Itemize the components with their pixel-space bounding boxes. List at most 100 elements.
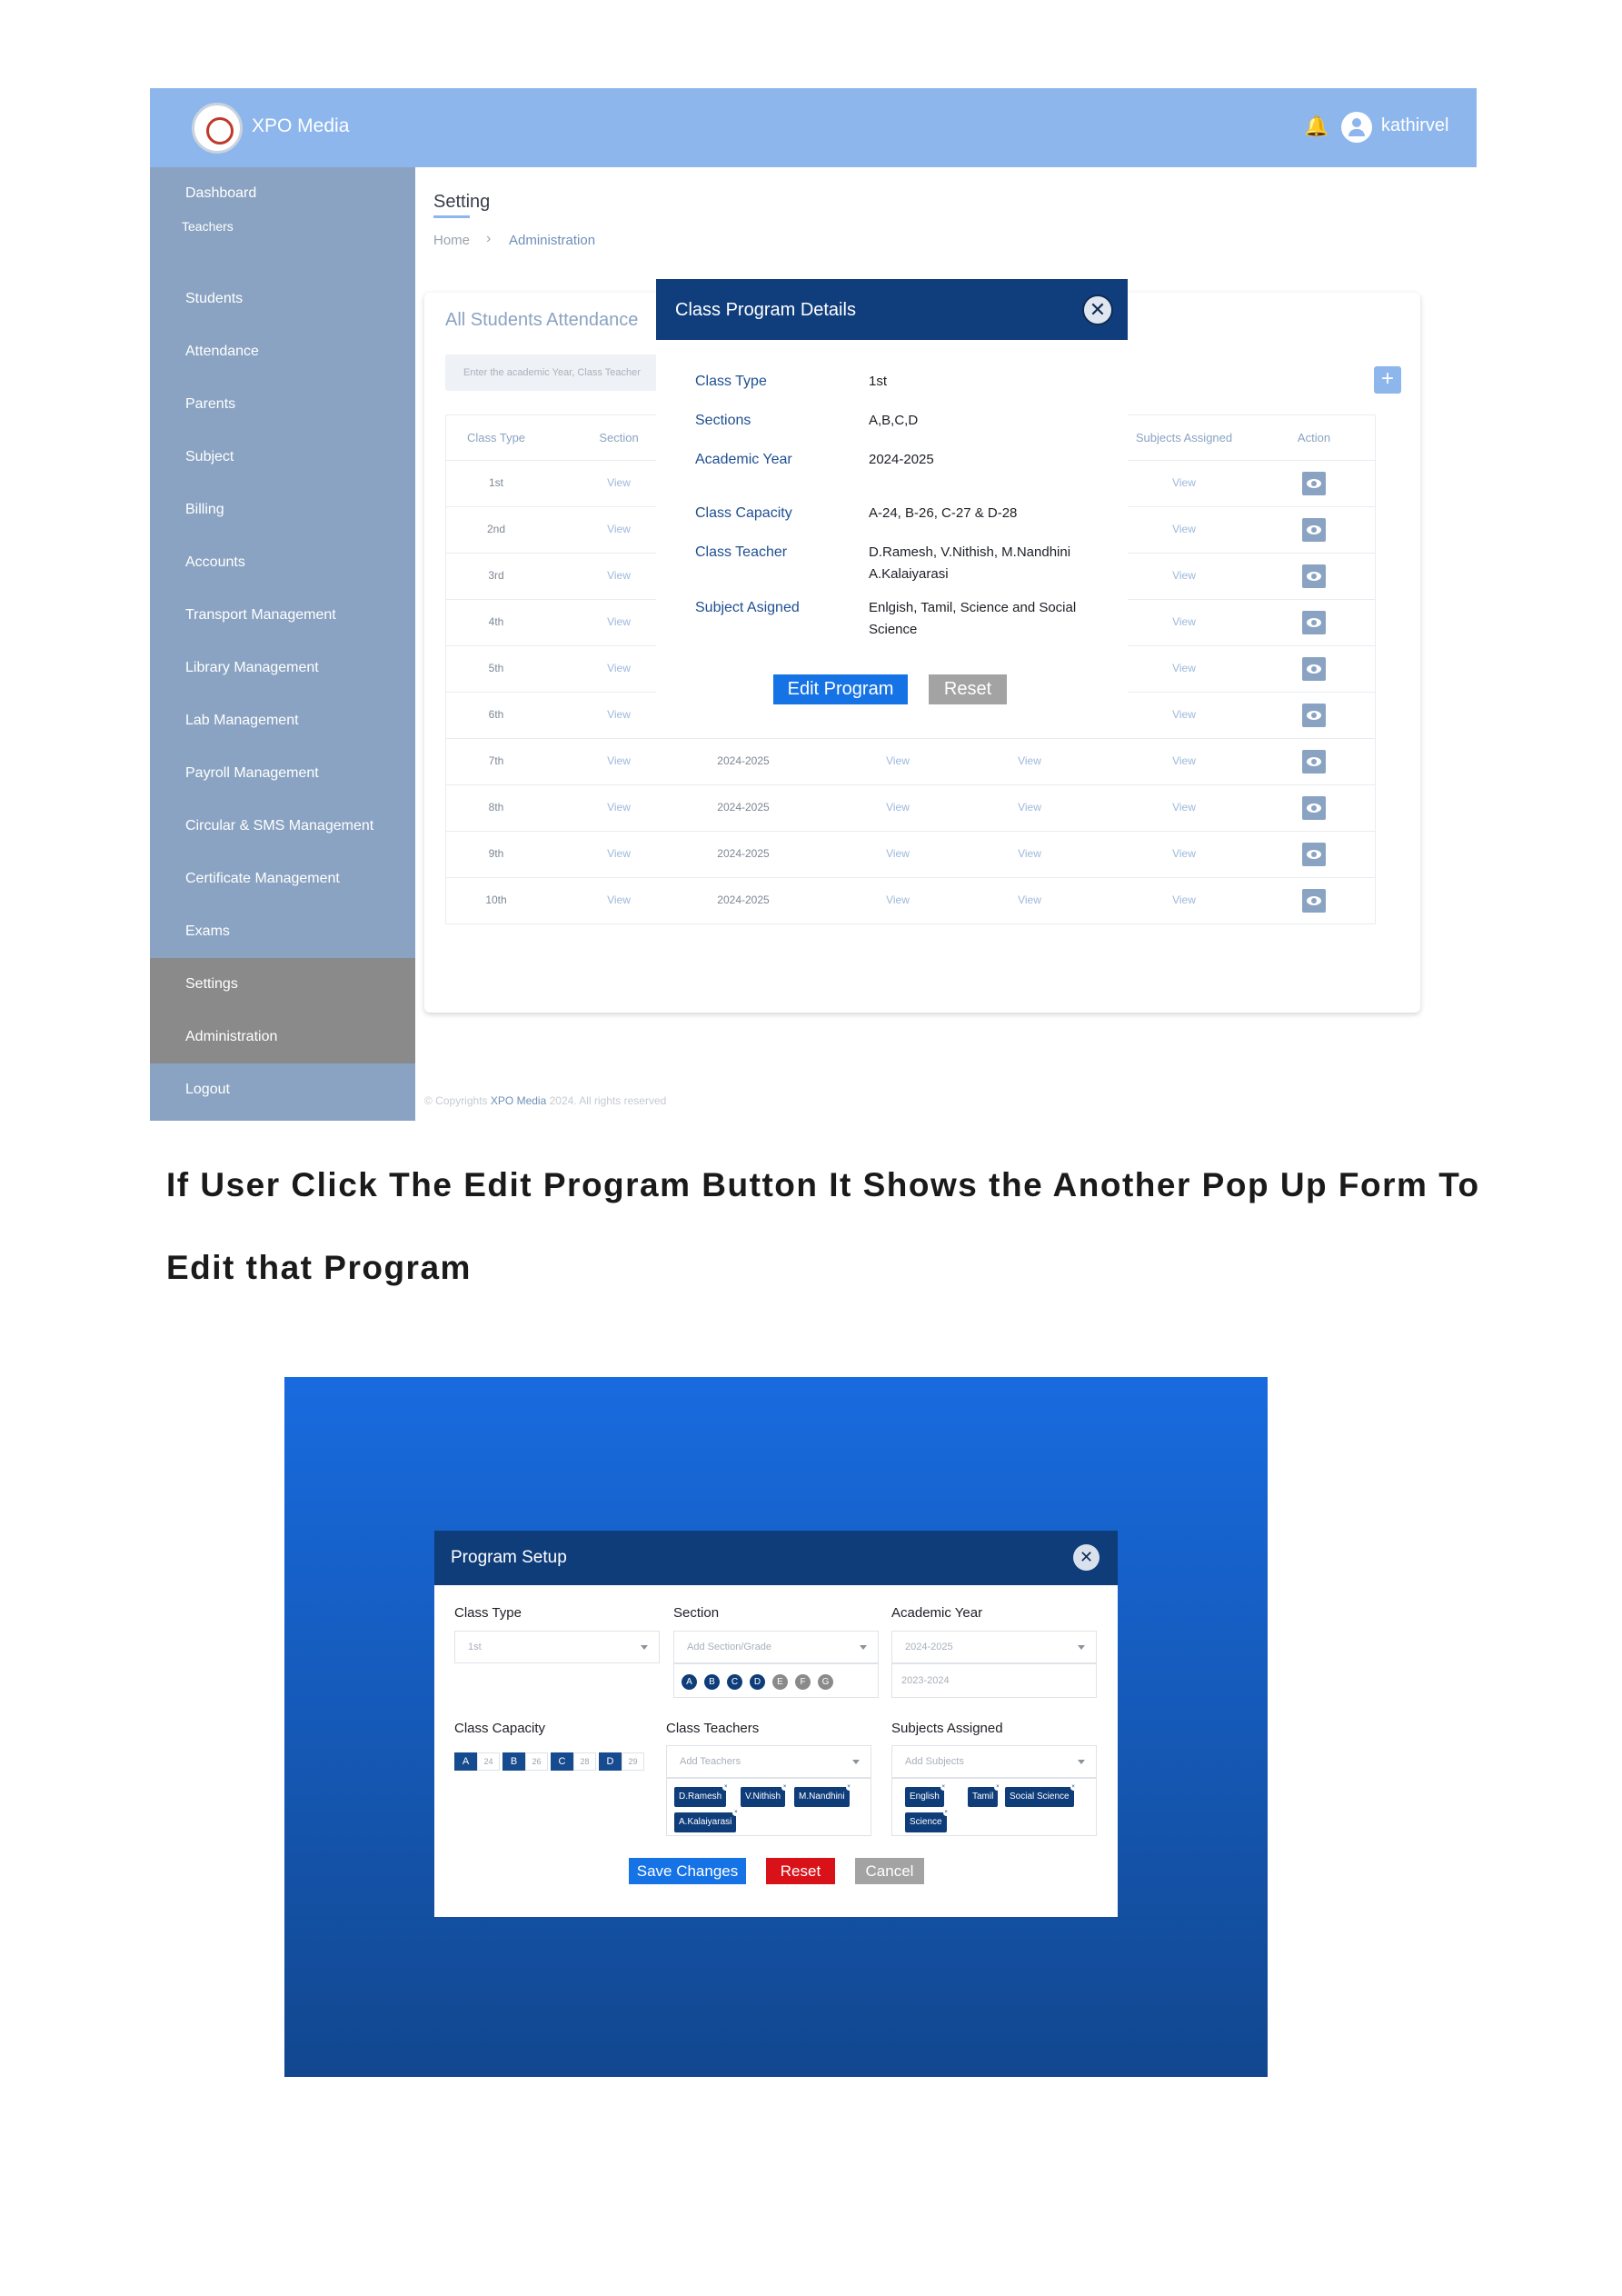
teacher-tag[interactable]: V.Nithish × [741,1784,789,1807]
section-view-link[interactable]: View [607,662,631,674]
class-teachers-select[interactable]: Add Teachers [666,1745,871,1778]
section-chip-d[interactable]: D [750,1674,765,1690]
class-type-select[interactable]: 1st [454,1631,660,1663]
sidebar-item-logout[interactable]: Logout [150,1063,415,1116]
sidebar-item-library[interactable]: Library Management [150,642,415,694]
section-chip-g[interactable]: G [818,1674,833,1690]
remove-tag-icon[interactable]: × [722,1784,730,1791]
subjects-view-link[interactable]: View [1172,476,1196,489]
subject-tag[interactable]: Tamil × [968,1784,1001,1807]
section-view-link[interactable]: View [607,476,631,489]
reset-button[interactable]: Reset [929,674,1007,704]
add-program-button[interactable]: + [1374,366,1401,394]
view-link[interactable]: View [886,801,910,814]
sidebar-item-subject[interactable]: Subject [150,431,415,484]
remove-tag-icon[interactable]: × [845,1784,852,1791]
view-link[interactable]: View [1018,801,1041,814]
eye-icon[interactable] [1302,657,1326,681]
sidebar-item-circular[interactable]: Circular & SMS Management [150,800,415,853]
academic-year-option[interactable]: 2023-2024 [891,1663,1097,1698]
view-link[interactable]: View [886,893,910,906]
view-link[interactable]: View [886,754,910,767]
sidebar-item-attendance[interactable]: Attendance [150,325,415,378]
search-input[interactable]: Enter the academic Year, Class Teacher [445,354,682,391]
eye-icon[interactable] [1302,564,1326,588]
capacity-value-b[interactable]: 26 [525,1752,548,1771]
subjects-view-link[interactable]: View [1172,708,1196,721]
subjects-view-link[interactable]: View [1172,847,1196,860]
section-chip-c[interactable]: C [727,1674,742,1690]
sidebar-item-billing[interactable]: Billing [150,484,415,536]
eye-icon[interactable] [1302,472,1326,495]
subjects-view-link[interactable]: View [1172,893,1196,906]
section-view-link[interactable]: View [607,754,631,767]
user-avatar-icon[interactable] [1341,112,1372,143]
eye-icon[interactable] [1302,704,1326,727]
eye-icon[interactable] [1302,843,1326,866]
subjects-view-link[interactable]: View [1172,523,1196,535]
view-link[interactable]: View [1018,754,1041,767]
subject-tag[interactable]: Science × [905,1810,950,1832]
subject-tag[interactable]: English × [905,1784,947,1807]
cancel-button[interactable]: Cancel [855,1858,924,1884]
section-chip-b[interactable]: B [704,1674,720,1690]
remove-tag-icon[interactable]: × [732,1810,740,1816]
eye-icon[interactable] [1302,611,1326,634]
subjects-view-link[interactable]: View [1172,801,1196,814]
sidebar-item-parents[interactable]: Parents [150,378,415,431]
teacher-tag[interactable]: M.Nandhini × [794,1784,852,1807]
section-view-link[interactable]: View [607,615,631,628]
eye-icon[interactable] [1302,889,1326,913]
subject-tag[interactable]: Social Science × [1005,1784,1077,1807]
sidebar-item-settings[interactable]: Settings [150,958,415,1011]
teacher-tag[interactable]: A.Kalaiyarasi × [674,1810,740,1832]
capacity-value-a[interactable]: 24 [477,1752,500,1771]
remove-tag-icon[interactable]: × [940,1784,947,1791]
subjects-view-link[interactable]: View [1172,569,1196,582]
footer-brand-link[interactable]: XPO Media [491,1094,546,1107]
eye-icon[interactable] [1302,518,1326,542]
section-view-link[interactable]: View [607,801,631,814]
sidebar-item-students[interactable]: Students [150,273,415,325]
sidebar-item-teachers[interactable]: Teachers [150,207,415,245]
sidebar-item-transport[interactable]: Transport Management [150,589,415,642]
remove-tag-icon[interactable]: × [1070,1784,1077,1791]
remove-tag-icon[interactable]: × [942,1810,950,1816]
section-view-link[interactable]: View [607,708,631,721]
sidebar-item-accounts[interactable]: Accounts [150,536,415,589]
remove-tag-icon[interactable]: × [781,1784,789,1791]
breadcrumb-home[interactable]: Home [433,233,470,248]
remove-tag-icon[interactable]: × [994,1784,1001,1791]
section-view-link[interactable]: View [607,893,631,906]
user-name[interactable]: kathirvel [1381,115,1448,136]
section-select[interactable]: Add Section/Grade [673,1631,879,1663]
sidebar-item-certificate[interactable]: Certificate Management [150,853,415,905]
section-chip-f[interactable]: F [795,1674,811,1690]
section-view-link[interactable]: View [607,847,631,860]
section-chip-a[interactable]: A [682,1674,697,1690]
save-changes-button[interactable]: Save Changes [629,1858,746,1884]
sidebar-item-exams[interactable]: Exams [150,905,415,958]
close-icon[interactable]: ✕ [1073,1544,1100,1571]
eye-icon[interactable] [1302,796,1326,820]
sidebar-item-lab[interactable]: Lab Management [150,694,415,747]
section-view-link[interactable]: View [607,523,631,535]
subjects-view-link[interactable]: View [1172,615,1196,628]
section-chip-e[interactable]: E [772,1674,788,1690]
capacity-value-d[interactable]: 29 [622,1752,644,1771]
sidebar-item-administration[interactable]: Administration [150,1011,415,1063]
subjects-select[interactable]: Add Subjects [891,1745,1097,1778]
bell-icon[interactable]: 🔔 [1304,115,1328,138]
academic-year-select[interactable]: 2024-2025 [891,1631,1097,1663]
section-view-link[interactable]: View [607,569,631,582]
close-icon[interactable]: ✕ [1082,294,1113,325]
reset-button[interactable]: Reset [766,1858,835,1884]
view-link[interactable]: View [1018,847,1041,860]
capacity-value-c[interactable]: 28 [573,1752,596,1771]
subjects-view-link[interactable]: View [1172,754,1196,767]
sidebar-item-payroll[interactable]: Payroll Management [150,747,415,800]
school-logo-icon[interactable] [192,103,243,154]
teacher-tag[interactable]: D.Ramesh × [674,1784,730,1807]
subjects-view-link[interactable]: View [1172,662,1196,674]
view-link[interactable]: View [1018,893,1041,906]
